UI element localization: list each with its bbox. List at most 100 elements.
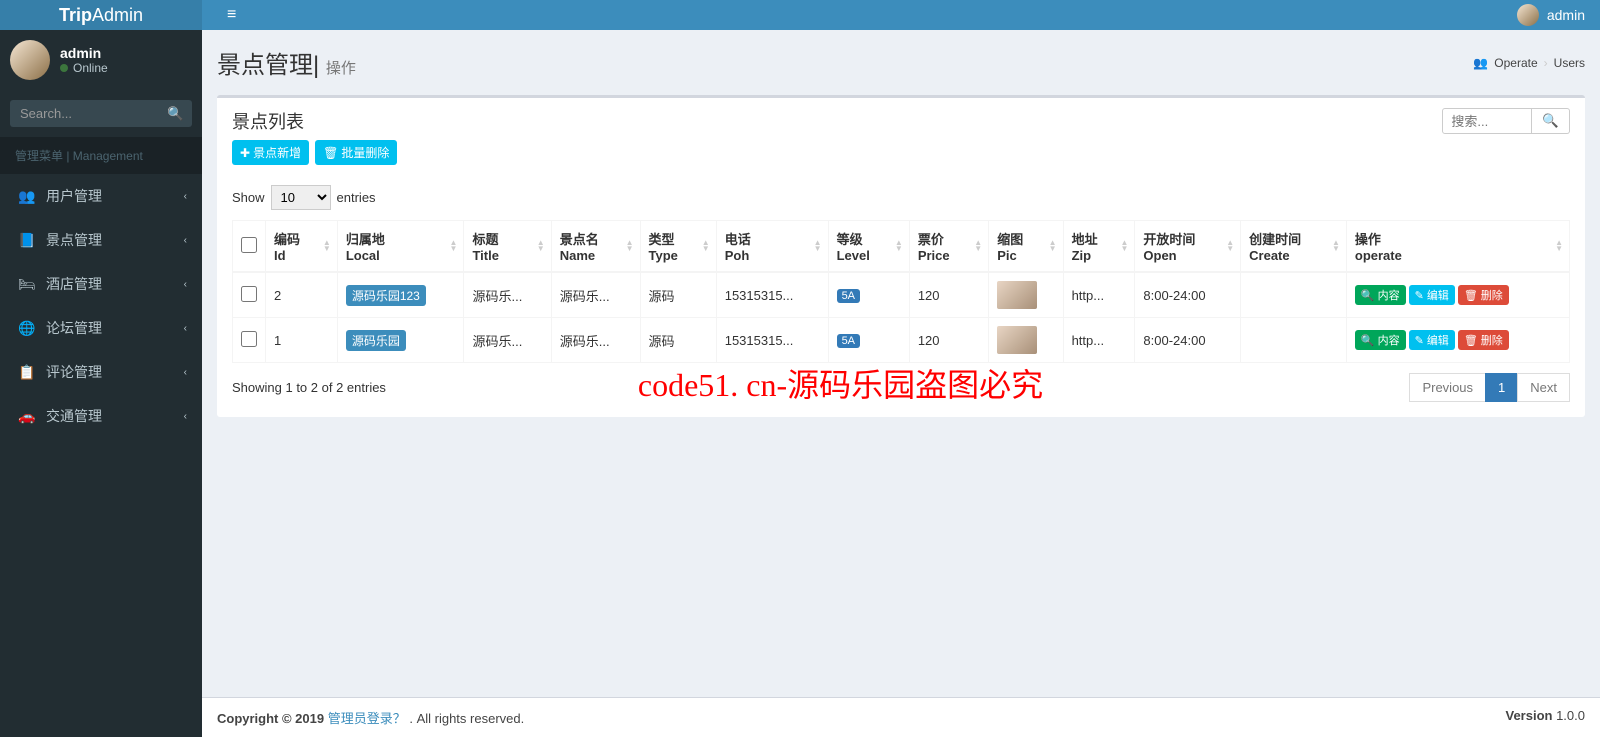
column-header[interactable]: 标题Title▲▼ (464, 221, 551, 273)
cell-create (1241, 318, 1347, 363)
footer-link[interactable]: 管理员登录？ (328, 711, 406, 726)
cell-price: 120 (909, 318, 988, 363)
edit-button[interactable]: ✎编辑 (1409, 330, 1455, 350)
thumbnail (997, 326, 1037, 354)
sidebar-item-2[interactable]: 🛏酒店管理‹ (0, 262, 202, 306)
cell-zip: http... (1063, 272, 1135, 318)
navbar-username: admin (1547, 7, 1585, 23)
sidebar-item-label: 论坛管理 (46, 318, 102, 338)
sidebar-section-header: 管理菜单 | Management (0, 137, 202, 174)
box-search-input[interactable] (1442, 108, 1532, 134)
column-header[interactable]: 电话Poh▲▼ (716, 221, 828, 273)
cell-name: 源码乐... (551, 318, 640, 363)
chevron-left-icon: ‹ (184, 323, 187, 334)
chevron-left-icon: ‹ (184, 367, 187, 378)
sort-icon: ▲▼ (814, 240, 822, 252)
row-checkbox[interactable] (241, 286, 257, 302)
edit-icon: ✎ (1415, 334, 1424, 347)
sidebar: admin Online 🔍 管理菜单 | Management 👥用户管理‹📘… (0, 0, 202, 737)
sort-icon: ▲▼ (1332, 240, 1340, 252)
sidebar-item-3[interactable]: 🌐 论坛管理 ‹ (0, 306, 202, 350)
breadcrumb-root[interactable]: Operate (1494, 56, 1537, 70)
cell-name: 源码乐... (551, 272, 640, 318)
sidebar-item-0[interactable]: 👥用户管理‹ (0, 174, 202, 218)
sidebar-item-4[interactable]: 📋 评论管理 ‹ (0, 350, 202, 394)
sort-icon: ▲▼ (702, 240, 710, 252)
column-header[interactable]: 缩图Pic▲▼ (989, 221, 1063, 273)
avatar (1517, 4, 1539, 26)
menu-icon: 👥 (18, 188, 38, 205)
column-header[interactable]: 类型Type▲▼ (640, 221, 716, 273)
cell-open: 8:00-24:00 (1135, 318, 1241, 363)
chevron-left-icon: ‹ (184, 191, 187, 202)
sidebar-item-label: 酒店管理 (46, 274, 102, 294)
delete-button[interactable]: 🗑删除 (1458, 330, 1509, 350)
column-header[interactable]: 等级Level▲▼ (828, 221, 909, 273)
select-all-checkbox[interactable] (241, 237, 257, 253)
brand-logo[interactable]: TripAdmin (0, 0, 202, 30)
edit-button[interactable]: ✎编辑 (1409, 285, 1455, 305)
content-button[interactable]: 🔍内容 (1355, 330, 1406, 350)
user-status: Online (60, 61, 108, 75)
user-panel: admin Online (0, 30, 202, 90)
footer: Copyright © 2019 管理员登录？ . All rights res… (202, 697, 1600, 737)
sidebar-item-5[interactable]: 🚗交通管理‹ (0, 394, 202, 438)
table-row: 2 源码乐园123 源码乐... 源码乐... 源码 15315315... 5… (233, 272, 1570, 318)
user-menu[interactable]: admin (1517, 4, 1585, 26)
plus-icon: ✚ (240, 146, 250, 160)
column-header[interactable]: 开放时间Open▲▼ (1135, 221, 1241, 273)
menu-icon: 🌐 (18, 320, 38, 337)
cell-price: 120 (909, 272, 988, 318)
sort-icon: ▲▼ (1555, 240, 1563, 252)
page-title: 景点管理| 操作 (217, 45, 356, 80)
column-header[interactable]: 景点名Name▲▼ (551, 221, 640, 273)
menu-icon: 📋 (18, 364, 38, 381)
thumbnail (997, 281, 1037, 309)
column-header[interactable]: 地址Zip▲▼ (1063, 221, 1135, 273)
sidebar-item-label: 评论管理 (46, 362, 102, 382)
menu-icon: 📘 (18, 232, 38, 249)
menu-icon: 🚗 (18, 408, 38, 425)
content-button[interactable]: 🔍内容 (1355, 285, 1406, 305)
delete-button[interactable]: 🗑删除 (1458, 285, 1509, 305)
entries-select[interactable]: 10 (271, 185, 331, 210)
row-checkbox[interactable] (241, 331, 257, 347)
sort-icon: ▲▼ (626, 240, 634, 252)
sidebar-search-input[interactable] (10, 100, 192, 127)
sort-icon: ▲▼ (537, 240, 545, 252)
column-header[interactable]: 创建时间Create▲▼ (1241, 221, 1347, 273)
search-icon[interactable]: 🔍 (167, 106, 184, 122)
trash-icon: 🗑 (323, 146, 338, 160)
search-icon[interactable]: 🔍 (1532, 108, 1570, 134)
hamburger-icon[interactable]: ≡ (217, 6, 246, 24)
status-dot-icon (60, 64, 68, 72)
bulk-delete-button[interactable]: 🗑批量删除 (315, 140, 397, 165)
page-prev[interactable]: Previous (1409, 373, 1486, 402)
cell-type: 源码 (640, 272, 716, 318)
data-table: 编码Id▲▼归属地Local▲▼标题Title▲▼景点名Name▲▼类型Type… (232, 220, 1570, 363)
column-header[interactable]: 操作operate▲▼ (1346, 221, 1569, 273)
sort-icon: ▲▼ (895, 240, 903, 252)
column-header[interactable]: 票价Price▲▼ (909, 221, 988, 273)
page-number[interactable]: 1 (1485, 373, 1518, 402)
breadcrumb: 👥 Operate › Users (1473, 56, 1585, 70)
cell-phone: 15315315... (716, 272, 828, 318)
cell-title: 源码乐... (464, 318, 551, 363)
cell-phone: 15315315... (716, 318, 828, 363)
top-header: TripAdmin ≡ admin (0, 0, 1600, 30)
sort-icon: ▲▼ (450, 240, 458, 252)
cell-create (1241, 272, 1347, 318)
local-badge: 源码乐园 (346, 330, 406, 351)
sort-icon: ▲▼ (1226, 240, 1234, 252)
sidebar-item-1[interactable]: 📘景点管理‹ (0, 218, 202, 262)
chevron-left-icon: ‹ (184, 411, 187, 422)
page-next[interactable]: Next (1517, 373, 1570, 402)
edit-icon: ✎ (1415, 289, 1424, 302)
box-title: 景点列表 (232, 108, 397, 134)
column-header[interactable]: 归属地Local▲▼ (337, 221, 464, 273)
table-info: Showing 1 to 2 of 2 entries (232, 380, 386, 395)
cell-id: 2 (266, 272, 338, 318)
menu-icon: 🛏 (18, 276, 38, 293)
add-button[interactable]: ✚景点新增 (232, 140, 309, 165)
column-header[interactable]: 编码Id▲▼ (266, 221, 338, 273)
